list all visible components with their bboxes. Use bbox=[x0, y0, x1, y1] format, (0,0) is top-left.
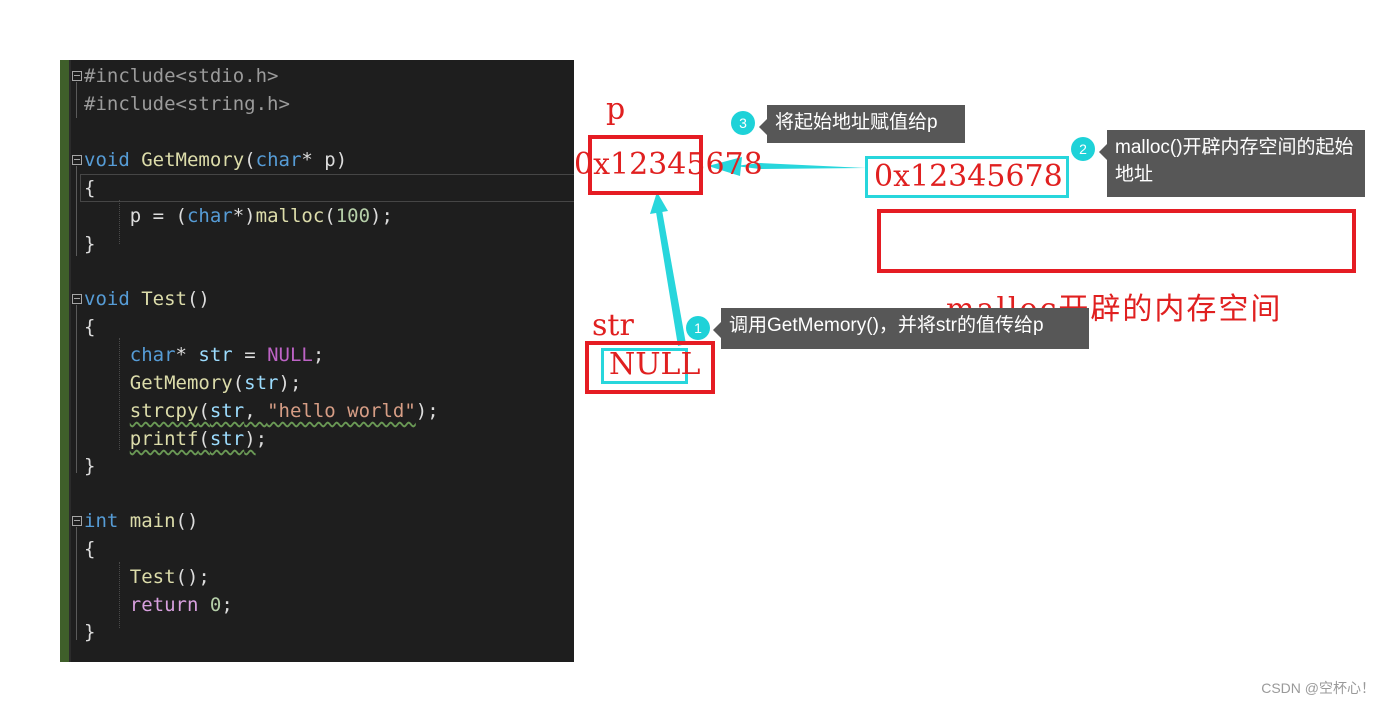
step-2-tooltip: malloc()开辟内存空间的起始地址 bbox=[1099, 130, 1365, 197]
str-value: NULL bbox=[609, 347, 701, 382]
step-3-badge: 3 bbox=[731, 111, 755, 135]
pass-arrow bbox=[656, 210, 686, 346]
p-label: p bbox=[606, 92, 626, 127]
address-value: 0x12345678 bbox=[874, 159, 1063, 194]
step-1-tooltip: 调用GetMemory()，并将str的值传给p bbox=[713, 308, 1089, 349]
step-3-tooltip: 将起始地址赋值给p bbox=[759, 105, 965, 143]
str-label: str bbox=[592, 308, 634, 343]
malloc-memory-box bbox=[877, 209, 1356, 273]
pass-arrow-head bbox=[650, 192, 668, 214]
step-1-badge: 1 bbox=[686, 316, 710, 340]
watermark: CSDN @空杯心！ bbox=[1261, 680, 1375, 696]
step-2-badge: 2 bbox=[1071, 137, 1095, 161]
p-value: 0x12345678 bbox=[574, 147, 763, 182]
